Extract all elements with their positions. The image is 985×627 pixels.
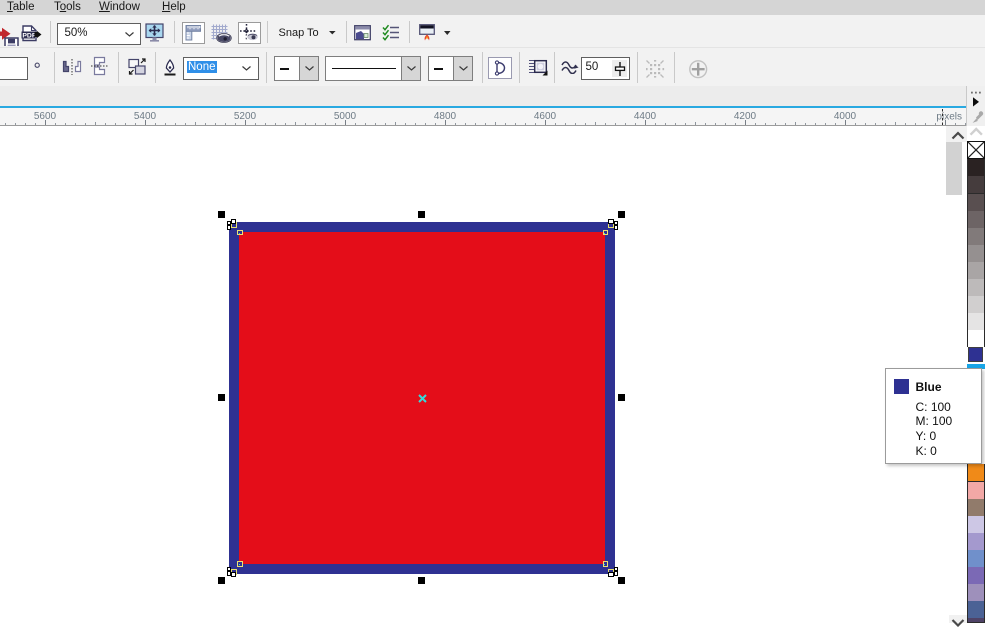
svg-text:4200: 4200 [734,111,757,122]
svg-text:PDF: PDF [22,32,36,39]
svg-text:5200: 5200 [234,111,257,122]
svg-text:4400: 4400 [634,111,657,122]
svg-text:4000: 4000 [834,111,857,122]
svg-text:5400: 5400 [134,111,157,122]
svg-text:5000: 5000 [334,111,357,122]
svg-text:5600: 5600 [34,111,57,122]
svg-text:4800: 4800 [434,111,457,122]
svg-text:pixels: pixels [936,112,962,123]
svg-text:4600: 4600 [534,111,557,122]
